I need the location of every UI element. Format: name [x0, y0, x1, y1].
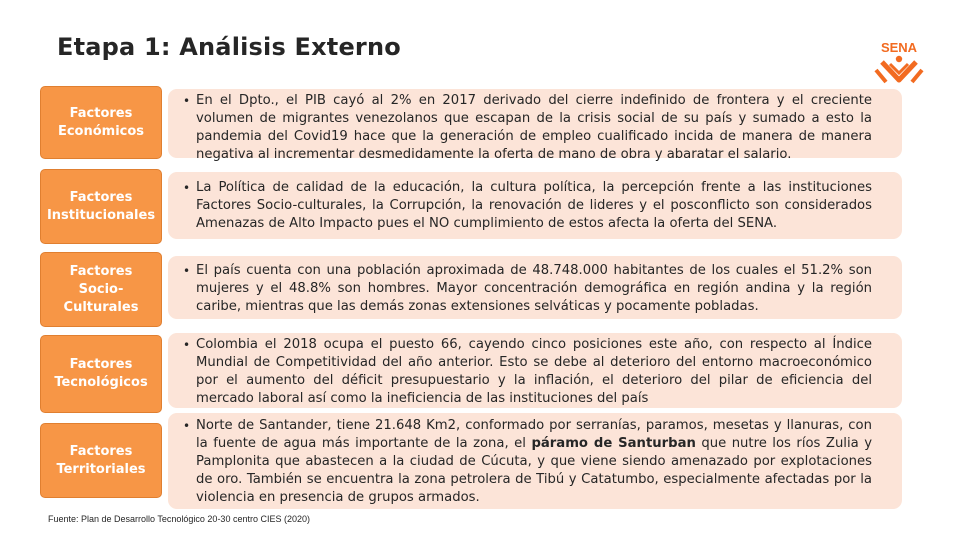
bullet-icon: • [183, 264, 191, 278]
factor-institucionales-description: • La Política de calidad de la educación… [168, 172, 902, 239]
description-text: En el Dpto., el PIB cayó al 2% en 2017 d… [196, 93, 872, 162]
sena-logo: SENA [868, 40, 932, 86]
source-note: Fuente: Plan de Desarrollo Tecnológico 2… [48, 514, 310, 524]
description-text: Colombia el 2018 ocupa el puesto 66, cay… [196, 337, 872, 406]
bullet-icon: • [183, 94, 191, 108]
factor-tecnologicos-label: Factores Tecnológicos [40, 335, 162, 413]
description-text-bold: páramo de Santurban [531, 436, 696, 451]
factor-socioculturales-label: Factores Socio-Culturales [40, 252, 162, 327]
factor-territoriales-label: Factores Territoriales [40, 423, 162, 498]
factor-economicos-label: Factores Económicos [40, 86, 162, 159]
factor-socioculturales-description: • El país cuenta con una población aprox… [168, 256, 902, 319]
factor-economicos-description: • En el Dpto., el PIB cayó al 2% en 2017… [168, 89, 902, 162]
slide-title: Etapa 1: Análisis Externo [57, 33, 401, 61]
description-text: El país cuenta con una población aproxim… [196, 263, 872, 314]
factor-tecnologicos-description: • Colombia el 2018 ocupa el puesto 66, c… [168, 333, 902, 408]
description-text: La Política de calidad de la educación, … [196, 180, 872, 231]
factor-institucionales-label: Factores Institucionales [40, 169, 162, 244]
bullet-icon: • [183, 338, 191, 352]
bullet-icon: • [183, 181, 191, 195]
factor-territoriales-description: • Norte de Santander, tiene 21.648 Km2, … [168, 413, 902, 509]
logo-text: SENA [881, 40, 918, 55]
bullet-icon: • [183, 419, 191, 433]
